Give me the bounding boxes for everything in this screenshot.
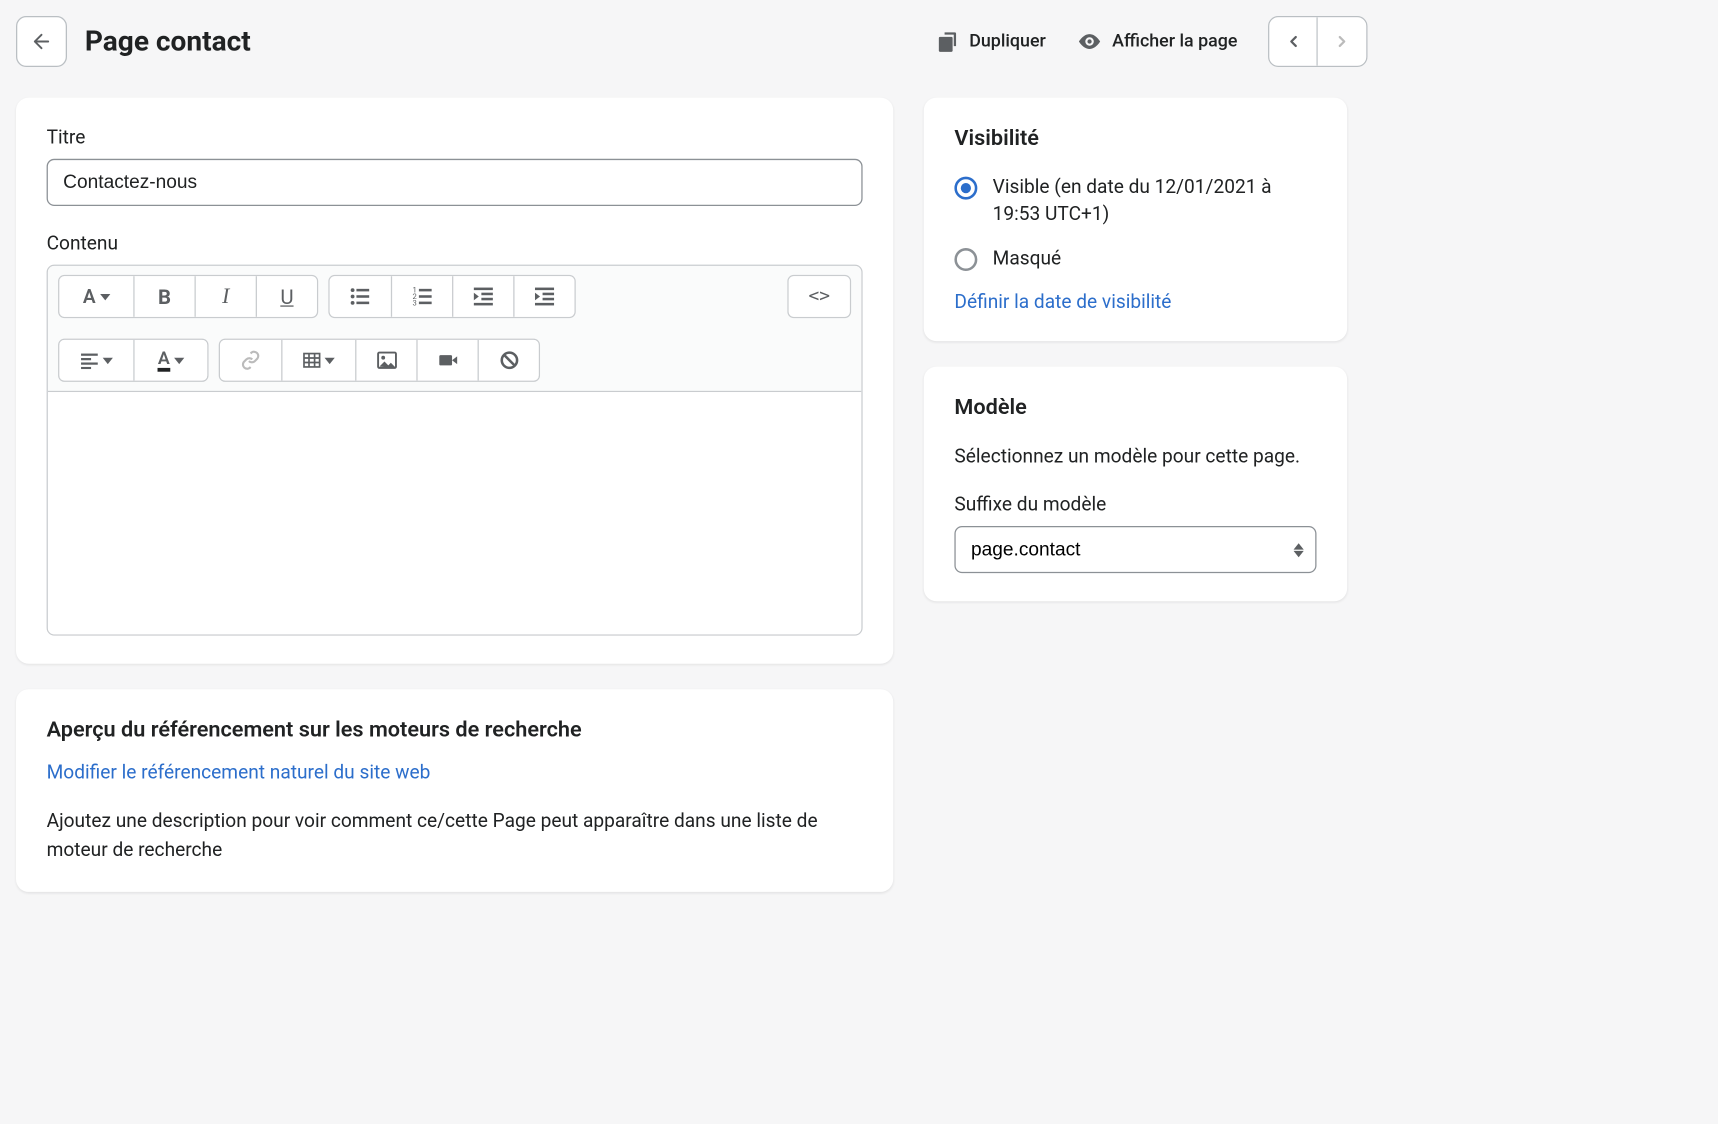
rich-text-editor: A B I U 123 <box>47 265 863 636</box>
visibility-heading: Visibilité <box>954 126 1316 151</box>
block-icon <box>499 350 519 370</box>
rte-body[interactable] <box>48 392 861 634</box>
pager-next-button[interactable] <box>1318 17 1366 65</box>
pager-prev-button[interactable] <box>1269 17 1317 65</box>
rte-bullet-list-button[interactable] <box>330 276 391 317</box>
rte-group-text: A B I U <box>58 275 318 318</box>
outdent-icon <box>473 286 493 306</box>
text-color-icon: A <box>158 349 170 371</box>
layout: Titre Contenu A B I U <box>16 98 1368 892</box>
template-heading: Modèle <box>954 395 1316 421</box>
template-description: Sélectionnez un modèle pour cette page. <box>954 443 1316 470</box>
title-label: Titre <box>47 126 863 149</box>
svg-text:3: 3 <box>412 298 416 306</box>
video-icon <box>437 350 457 370</box>
page-header: Page contact Dupliquer Afficher la page <box>16 16 1368 67</box>
back-button[interactable] <box>16 16 67 67</box>
rte-video-button[interactable] <box>416 340 477 381</box>
set-visibility-date-link[interactable]: Définir la date de visibilité <box>954 290 1316 313</box>
seo-edit-link[interactable]: Modifier le référencement naturel du sit… <box>47 761 863 784</box>
rte-group-html: <> <box>787 275 851 318</box>
rte-bold-button[interactable]: B <box>133 276 194 317</box>
view-page-label: Afficher la page <box>1112 31 1237 51</box>
caret-down-icon <box>100 293 110 299</box>
rte-italic-button[interactable]: I <box>195 276 256 317</box>
rte-align-button[interactable] <box>59 340 133 381</box>
template-suffix-label: Suffixe du modèle <box>954 493 1316 516</box>
image-icon <box>376 350 396 370</box>
table-icon <box>303 351 321 369</box>
title-input[interactable] <box>47 159 863 206</box>
content-card: Titre Contenu A B I U <box>16 98 893 664</box>
rte-clear-button[interactable] <box>478 340 539 381</box>
title-field: Titre <box>47 126 863 206</box>
caret-down-icon <box>174 357 184 363</box>
rte-outdent-button[interactable] <box>452 276 513 317</box>
duplicate-label: Dupliquer <box>969 31 1046 51</box>
rte-indent-button[interactable] <box>513 276 574 317</box>
link-icon <box>240 350 260 370</box>
arrow-left-icon <box>30 30 53 53</box>
side-column: Visibilité Visible (en date du 12/01/202… <box>924 98 1347 892</box>
rte-table-button[interactable] <box>281 340 355 381</box>
rte-image-button[interactable] <box>355 340 416 381</box>
radio-hidden[interactable] <box>954 248 977 271</box>
seo-heading: Aperçu du référencement sur les moteurs … <box>47 717 863 743</box>
template-select-wrap: page.contact <box>954 526 1316 573</box>
seo-card: Aperçu du référencement sur les moteurs … <box>16 689 893 892</box>
italic-icon: I <box>222 284 229 310</box>
template-suffix-select[interactable]: page.contact <box>954 526 1316 573</box>
rte-ordered-list-button[interactable]: 123 <box>391 276 452 317</box>
rte-link-button[interactable] <box>220 340 281 381</box>
code-icon: <> <box>808 286 829 306</box>
rte-group-insert <box>219 339 540 382</box>
visibility-card: Visibilité Visible (en date du 12/01/202… <box>924 98 1347 342</box>
duplicate-button[interactable]: Dupliquer <box>936 30 1046 53</box>
seo-description: Ajoutez une description pour voir commen… <box>47 807 863 864</box>
visibility-hidden-row[interactable]: Masqué <box>954 246 1316 273</box>
template-card: Modèle Sélectionnez un modèle pour cette… <box>924 367 1347 602</box>
rte-toolbar: A B I U 123 <box>48 266 861 392</box>
radio-visible[interactable] <box>954 177 977 200</box>
content-label: Contenu <box>47 231 863 254</box>
rte-underline-button[interactable]: U <box>256 276 317 317</box>
content-field: Contenu A B I U <box>47 231 863 635</box>
duplicate-icon <box>936 30 959 53</box>
ordered-list-icon: 123 <box>412 286 432 306</box>
header-actions: Dupliquer Afficher la page <box>936 16 1367 67</box>
bold-icon: B <box>158 284 171 308</box>
rte-html-button[interactable]: <> <box>789 276 850 317</box>
eye-icon <box>1076 29 1102 55</box>
page-title: Page contact <box>85 26 918 58</box>
chevron-left-icon <box>1284 33 1302 51</box>
pager <box>1268 16 1367 67</box>
rte-color-button[interactable]: A <box>133 340 207 381</box>
visibility-visible-row[interactable]: Visible (en date du 12/01/2021 à 19:53 U… <box>954 174 1316 228</box>
rte-heading-button[interactable]: A <box>59 276 133 317</box>
rte-group-align: A <box>58 339 208 382</box>
view-page-button[interactable]: Afficher la page <box>1076 29 1237 55</box>
radio-visible-label: Visible (en date du 12/01/2021 à 19:53 U… <box>993 174 1317 228</box>
bullet-list-icon <box>350 286 370 306</box>
heading-icon: A <box>83 285 96 308</box>
chevron-right-icon <box>1333 33 1351 51</box>
rte-group-list: 123 <box>328 275 575 318</box>
indent-icon <box>534 286 554 306</box>
align-left-icon <box>80 351 98 369</box>
underline-icon: U <box>280 284 293 308</box>
caret-down-icon <box>325 357 335 363</box>
main-column: Titre Contenu A B I U <box>16 98 893 892</box>
radio-hidden-label: Masqué <box>993 246 1062 273</box>
caret-down-icon <box>102 357 112 363</box>
